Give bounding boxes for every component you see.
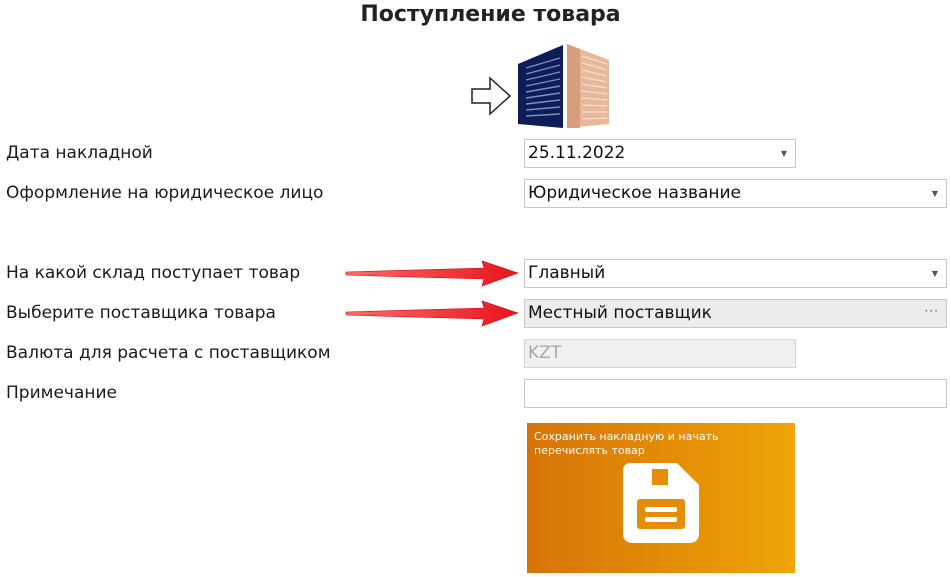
supplier-picker[interactable]: Местный поставщик ··· <box>524 299 947 328</box>
legal-entity-value: Юридическое название <box>528 183 742 203</box>
arrow-right-outline-icon <box>471 76 512 116</box>
save-invoice-tile-label: Сохранить накладную и начать перечислять… <box>534 430 719 457</box>
invoice-date-field[interactable]: 25.11.2022 ▼ <box>524 139 796 168</box>
chevron-down-icon[interactable]: ▼ <box>932 260 938 287</box>
note-input[interactable] <box>524 379 947 408</box>
note-label: Примечание <box>6 383 117 403</box>
red-arrow-icon <box>345 260 519 287</box>
invoice-date-value: 25.11.2022 <box>528 143 626 163</box>
warehouse-label: На какой склад поступает товар <box>6 263 301 283</box>
currency-field: KZT <box>524 339 796 368</box>
legal-entity-select[interactable]: Юридическое название ▼ <box>524 179 947 208</box>
warehouse-select[interactable]: Главный ▼ <box>524 259 947 288</box>
red-arrow-icon <box>345 300 519 327</box>
currency-value: KZT <box>528 343 562 363</box>
chevron-down-icon[interactable]: ▼ <box>781 140 787 167</box>
chevron-down-icon[interactable]: ▼ <box>932 180 938 207</box>
floppy-disk-icon <box>623 463 699 543</box>
invoice-date-label: Дата накладной <box>6 143 153 163</box>
page-title: Поступление товара <box>360 2 621 27</box>
save-invoice-tile[interactable]: Сохранить накладную и начать перечислять… <box>527 423 795 573</box>
supplier-value: Местный поставщик <box>528 303 712 323</box>
warehouse-value: Главный <box>528 263 606 283</box>
currency-label: Валюта для расчета с поставщиком <box>6 343 331 363</box>
supplier-label: Выберите поставщика товара <box>6 303 276 323</box>
legal-entity-label: Оформление на юридическое лицо <box>6 183 324 203</box>
ellipsis-button[interactable]: ··· <box>925 298 939 325</box>
warehouse-building-icon <box>471 44 609 128</box>
